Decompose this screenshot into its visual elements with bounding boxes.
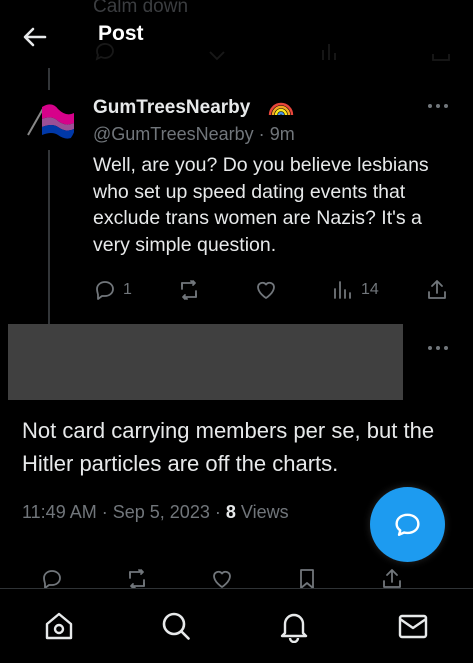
nav-notifications[interactable] xyxy=(277,609,311,643)
user-handle[interactable]: @GumTreesNearby xyxy=(93,124,254,144)
main-tweet-text: Not card carrying members per se, but th… xyxy=(22,418,435,476)
redacted-author-block xyxy=(8,324,403,400)
thread-connector xyxy=(48,68,50,90)
reply-count: 1 xyxy=(123,281,132,298)
separator-dot: · xyxy=(101,502,108,522)
arrow-left-icon xyxy=(23,27,47,47)
timestamp[interactable]: 9m xyxy=(270,124,295,144)
header: Post xyxy=(0,0,473,70)
like-button[interactable] xyxy=(254,277,278,303)
view-count: 14 xyxy=(361,281,379,298)
nav-search[interactable] xyxy=(159,609,193,643)
compose-reply-icon xyxy=(395,513,420,536)
more-horizontal-icon xyxy=(428,104,448,108)
tweet-metadata: 11:49 AM · Sep 5, 2023 · 8 Views xyxy=(22,502,289,523)
display-name[interactable]: GumTreesNearby xyxy=(93,97,250,119)
page-title: Post xyxy=(98,22,144,45)
more-button[interactable] xyxy=(424,338,452,358)
heart-icon xyxy=(257,281,275,299)
nav-messages[interactable] xyxy=(396,609,430,643)
tweet-time[interactable]: 11:49 AM xyxy=(22,502,97,522)
thread-connector xyxy=(48,150,50,325)
more-horizontal-icon xyxy=(428,346,448,350)
handle-row: @GumTreesNearby · 9m xyxy=(93,124,295,145)
search-icon xyxy=(162,612,190,640)
rainbow-emoji-icon xyxy=(267,97,295,117)
reply-button[interactable]: 1 xyxy=(93,277,132,303)
share-icon xyxy=(428,280,446,299)
views-count: 8 xyxy=(225,502,236,522)
bar-chart-icon xyxy=(334,281,351,299)
separator-dot: · xyxy=(258,124,265,144)
tweet-actions: 1 14 xyxy=(93,277,453,303)
compose-reply-button[interactable] xyxy=(370,487,445,562)
more-button[interactable] xyxy=(424,96,452,116)
reply-icon xyxy=(96,281,114,300)
tweet-text: Well, are you? Do you believe lesbians w… xyxy=(93,154,429,256)
tweet-date[interactable]: Sep 5, 2023 xyxy=(113,502,210,522)
bottom-nav xyxy=(0,588,473,663)
repost-button[interactable] xyxy=(177,277,201,303)
home-icon xyxy=(45,612,73,640)
mail-icon xyxy=(398,614,428,639)
bell-icon xyxy=(280,613,308,643)
nav-home[interactable] xyxy=(42,609,76,643)
avatar[interactable] xyxy=(22,95,76,149)
views-label: Views xyxy=(240,502,289,522)
repost-icon xyxy=(181,280,197,300)
share-button[interactable] xyxy=(425,277,449,303)
separator-dot: · xyxy=(214,502,221,522)
back-button[interactable] xyxy=(18,20,52,54)
views-button[interactable]: 14 xyxy=(331,277,379,303)
